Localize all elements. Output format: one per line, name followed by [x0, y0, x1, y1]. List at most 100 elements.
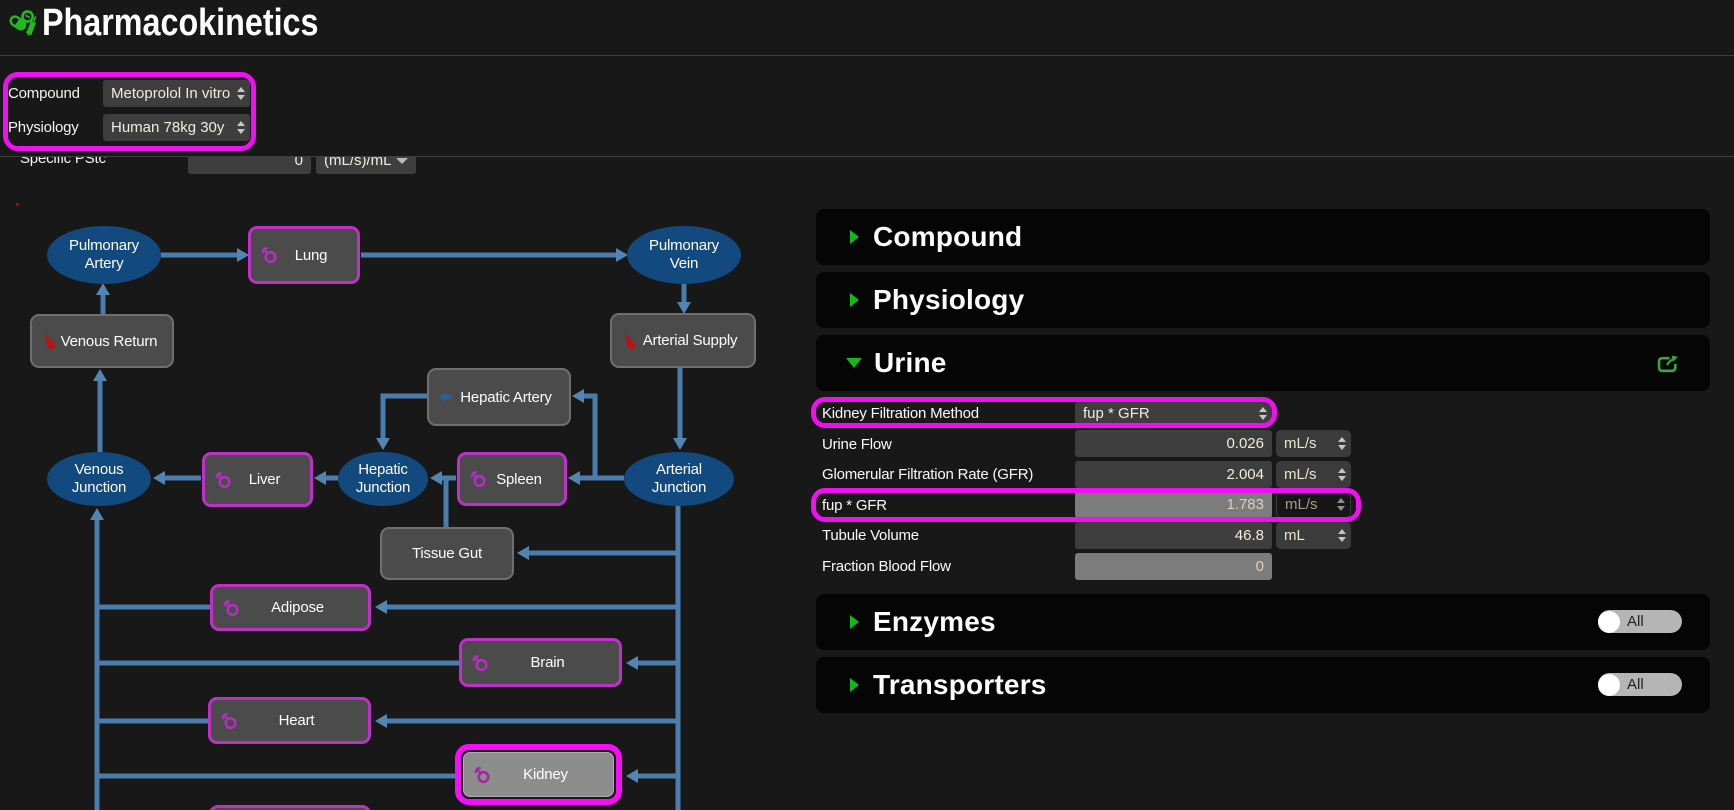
- fraction-blood-flow-input: 0: [1075, 553, 1272, 580]
- node-label: Venous Return: [61, 333, 158, 350]
- retort-flask-icon: [470, 471, 487, 488]
- retort-flask-icon: [223, 599, 240, 616]
- node-pulmonary-artery[interactable]: Pulmonary Artery: [47, 226, 161, 284]
- node-lung[interactable]: Lung: [248, 226, 360, 284]
- spinner-up-icon: [237, 87, 245, 92]
- param-label-kidney-filtration-method: Kidney Filtration Method: [822, 400, 979, 427]
- node-venous-junction[interactable]: Venous Junction: [47, 452, 151, 506]
- spinner-up-icon: [1337, 498, 1345, 503]
- spinner-up-icon: [1338, 468, 1346, 473]
- spinner-down-icon: [1259, 415, 1267, 420]
- node-label: Arterial Junction: [644, 461, 714, 496]
- node-arterial-junction[interactable]: Arterial Junction: [624, 452, 734, 506]
- specific-pstc-unit-select[interactable]: (mL/s)/mL: [316, 157, 416, 174]
- expander-collapsed-icon: [850, 293, 859, 307]
- node-adipose[interactable]: Adipose: [210, 584, 371, 631]
- enzymes-all-toggle[interactable]: All: [1598, 610, 1682, 633]
- red-dot-marker: [16, 203, 19, 206]
- unit-spinner-icon[interactable]: [1333, 529, 1351, 542]
- blue-arrow-left-icon: [439, 392, 452, 403]
- spinner-down-icon: [237, 95, 245, 100]
- compound-select[interactable]: Metoprolol In vitro: [103, 80, 250, 107]
- gfr-input[interactable]: 2.004: [1075, 461, 1272, 488]
- node-label: Venous Junction: [64, 461, 134, 496]
- node-label: Adipose: [271, 599, 324, 616]
- param-label-fraction-blood-flow: Fraction Blood Flow: [822, 553, 951, 580]
- compound-filter-label: Compound: [8, 80, 80, 107]
- unit-spinner-icon[interactable]: [1333, 468, 1351, 481]
- physiology-select-value: Human 78kg 30y: [103, 119, 232, 136]
- fup-gfr-input: 1.783: [1075, 491, 1272, 518]
- node-kidney-highlight-ring: Kidney: [455, 744, 622, 805]
- panel-title: Physiology: [873, 284, 1024, 316]
- compound-select-value: Metoprolol In vitro: [103, 85, 232, 102]
- specific-pstc-label: Specific PStc: [20, 157, 106, 172]
- node-spleen[interactable]: Spleen: [457, 452, 567, 506]
- param-label-urine-flow: Urine Flow: [822, 431, 892, 458]
- panel-physiology-header[interactable]: Physiology: [816, 272, 1710, 328]
- toggle-label: All: [1627, 613, 1644, 630]
- node-label: Arterial Supply: [643, 332, 738, 349]
- node-label: Heart: [279, 712, 315, 729]
- open-plot-icon[interactable]: [1657, 354, 1680, 373]
- node-label: Brain: [530, 654, 564, 671]
- gfr-unit-select[interactable]: mL/s: [1276, 461, 1351, 488]
- transporters-all-toggle[interactable]: All: [1598, 673, 1682, 696]
- node-hepatic-junction[interactable]: Hepatic Junction: [338, 452, 428, 506]
- node-label: Pulmonary Artery: [64, 237, 144, 272]
- node-arterial-supply[interactable]: Arterial Supply: [610, 313, 756, 368]
- physiology-select[interactable]: Human 78kg 30y: [103, 114, 250, 141]
- param-label-gfr: Glomerular Filtration Rate (GFR): [822, 461, 1033, 488]
- retort-flask-icon: [472, 654, 489, 671]
- pharmacokinetics-app: Pharmacokinetics Compound Metoprolol In …: [0, 0, 1734, 810]
- urine-flow-unit-select[interactable]: mL/s: [1276, 430, 1351, 457]
- toggle-knob: [1598, 674, 1620, 696]
- physiology-select-spinner-icon[interactable]: [232, 121, 250, 134]
- node-partial-bottom[interactable]: [209, 805, 371, 810]
- expander-collapsed-icon: [850, 678, 859, 692]
- select-spinner-icon[interactable]: [1254, 407, 1272, 420]
- unit-value: mL: [1276, 527, 1333, 544]
- panel-title: Compound: [873, 221, 1022, 253]
- node-heart[interactable]: Heart: [208, 697, 371, 744]
- urine-flow-input[interactable]: 0.026: [1075, 430, 1272, 457]
- tubule-volume-unit-select[interactable]: mL: [1276, 522, 1351, 549]
- node-brain[interactable]: Brain: [459, 638, 622, 687]
- panel-title: Urine: [874, 347, 947, 379]
- node-hepatic-artery[interactable]: Hepatic Artery: [427, 368, 571, 426]
- spinner-up-icon: [237, 121, 245, 126]
- node-label: Tissue Gut: [412, 545, 482, 562]
- red-pen-icon: [42, 332, 58, 350]
- panel-compound-header[interactable]: Compound: [816, 209, 1710, 265]
- expander-collapsed-icon: [850, 615, 859, 629]
- node-kidney[interactable]: Kidney: [463, 752, 614, 797]
- node-tissue-gut[interactable]: Tissue Gut: [380, 527, 514, 580]
- page-title: Pharmacokinetics: [42, 2, 318, 45]
- spinner-down-icon: [237, 129, 245, 134]
- param-label-fup-gfr: fup * GFR: [822, 492, 887, 519]
- spinner-down-icon: [1337, 506, 1345, 511]
- node-venous-return[interactable]: Venous Return: [30, 314, 174, 368]
- node-liver[interactable]: Liver: [202, 452, 313, 507]
- panel-title: Enzymes: [873, 606, 996, 638]
- node-label: Spleen: [496, 471, 542, 488]
- spinner-up-icon: [1338, 529, 1346, 534]
- node-label: Lung: [295, 247, 328, 264]
- unit-spinner-icon[interactable]: [1333, 437, 1351, 450]
- spinner-down-icon: [1338, 476, 1346, 481]
- kidney-filtration-method-select[interactable]: fup * GFR: [1075, 402, 1272, 425]
- tubule-volume-input[interactable]: 46.8: [1075, 522, 1272, 549]
- kidney-filtration-method-value: fup * GFR: [1075, 405, 1254, 422]
- compound-select-spinner-icon[interactable]: [232, 87, 250, 100]
- retort-flask-icon: [221, 712, 238, 729]
- panel-title: Transporters: [873, 669, 1047, 701]
- toggle-knob: [1598, 611, 1620, 633]
- spinner-down-icon: [1338, 445, 1346, 450]
- panel-transporters-header[interactable]: Transporters All: [816, 657, 1710, 713]
- node-pulmonary-vein[interactable]: Pulmonary Vein: [627, 226, 741, 284]
- panel-urine-header[interactable]: Urine: [816, 335, 1710, 391]
- node-label: Hepatic Artery: [460, 389, 551, 406]
- panel-enzymes-header[interactable]: Enzymes All: [816, 594, 1710, 650]
- specific-pstc-input[interactable]: 0: [188, 157, 311, 174]
- node-label: Pulmonary Vein: [644, 237, 724, 272]
